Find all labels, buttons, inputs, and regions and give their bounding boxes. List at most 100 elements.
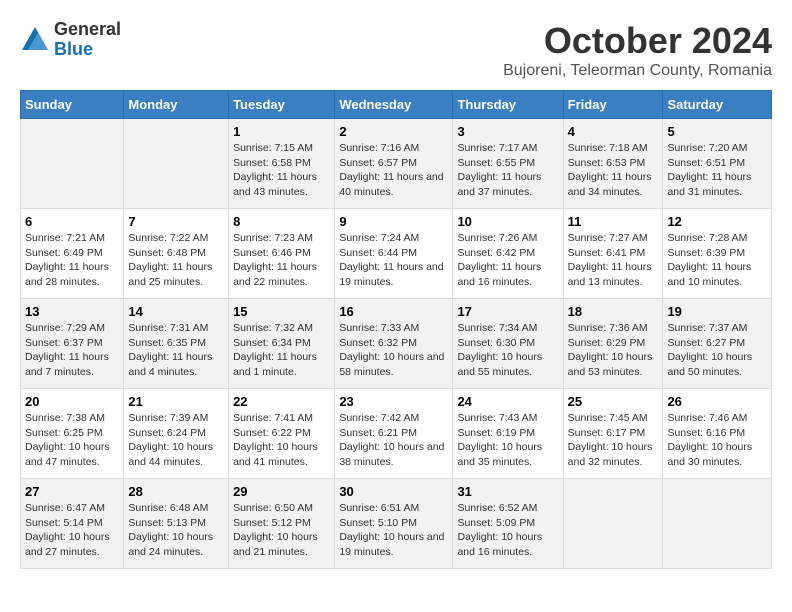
- day-info: Sunrise: 6:50 AMSunset: 5:12 PMDaylight:…: [233, 501, 330, 560]
- calendar-cell: 19 Sunrise: 7:37 AMSunset: 6:27 PMDayligh…: [663, 299, 772, 389]
- calendar-cell: 16Sunrise: 7:33 AMSunset: 6:32 PMDayligh…: [335, 299, 453, 389]
- weekday-header-tuesday: Tuesday: [229, 91, 335, 119]
- day-info: Sunrise: 7:18 AMSunset: 6:53 PMDaylight:…: [568, 141, 659, 200]
- logo-icon: [20, 25, 50, 55]
- weekday-header-saturday: Saturday: [663, 91, 772, 119]
- day-number: 22: [233, 394, 330, 409]
- calendar-cell: 2 Sunrise: 7:16 AMSunset: 6:57 PMDaylight…: [335, 119, 453, 209]
- weekday-header-friday: Friday: [563, 91, 663, 119]
- day-info: Sunrise: 7:28 AMSunset: 6:39 PMDaylight:…: [667, 231, 767, 290]
- day-info: Sunrise: 6:47 AMSunset: 5:14 PMDaylight:…: [25, 501, 119, 560]
- day-info: Sunrise: 7:24 AMSunset: 6:44 PMDaylight:…: [339, 231, 448, 290]
- day-number: 4: [568, 124, 659, 139]
- calendar-cell: 24Sunrise: 7:43 AMSunset: 6:19 PMDayligh…: [453, 389, 563, 479]
- day-number: 30: [339, 484, 448, 499]
- title-area: October 2024 Bujoreni, Teleorman County,…: [503, 20, 772, 80]
- day-number: 18: [568, 304, 659, 319]
- subtitle: Bujoreni, Teleorman County, Romania: [503, 62, 772, 80]
- calendar-cell: 26 Sunrise: 7:46 AMSunset: 6:16 PMDayligh…: [663, 389, 772, 479]
- day-info: Sunrise: 7:31 AMSunset: 6:35 PMDaylight:…: [128, 321, 224, 380]
- day-info: Sunrise: 7:39 AMSunset: 6:24 PMDaylight:…: [128, 411, 224, 470]
- calendar-header: SundayMondayTuesdayWednesdayThursdayFrid…: [21, 91, 772, 119]
- day-number: 10: [457, 214, 558, 229]
- day-number: 29: [233, 484, 330, 499]
- calendar-cell: [124, 119, 229, 209]
- calendar-cell: 15 Sunrise: 7:32 AMSunset: 6:34 PMDayligh…: [229, 299, 335, 389]
- calendar-cell: 10 Sunrise: 7:26 AMSunset: 6:42 PMDayligh…: [453, 209, 563, 299]
- day-info: Sunrise: 7:16 AMSunset: 6:57 PMDaylight:…: [339, 141, 448, 200]
- day-info: Sunrise: 6:48 AMSunset: 5:13 PMDaylight:…: [128, 501, 224, 560]
- day-info: Sunrise: 7:45 AMSunset: 6:17 PMDaylight:…: [568, 411, 659, 470]
- day-info: Sunrise: 7:32 AMSunset: 6:34 PMDaylight:…: [233, 321, 330, 380]
- logo-blue-text: Blue: [54, 40, 121, 60]
- calendar-week-row: 27 Sunrise: 6:47 AMSunset: 5:14 PMDayligh…: [21, 479, 772, 569]
- weekday-header-row: SundayMondayTuesdayWednesdayThursdayFrid…: [21, 91, 772, 119]
- calendar-cell: 1 Sunrise: 7:15 AMSunset: 6:58 PMDaylight…: [229, 119, 335, 209]
- weekday-header-sunday: Sunday: [21, 91, 124, 119]
- calendar-cell: 12 Sunrise: 7:28 AMSunset: 6:39 PMDayligh…: [663, 209, 772, 299]
- day-number: 17: [457, 304, 558, 319]
- calendar-cell: 22 Sunrise: 7:41 AMSunset: 6:22 PMDayligh…: [229, 389, 335, 479]
- day-number: 12: [667, 214, 767, 229]
- calendar-cell: 11Sunrise: 7:27 AMSunset: 6:41 PMDayligh…: [563, 209, 663, 299]
- calendar-table: SundayMondayTuesdayWednesdayThursdayFrid…: [20, 90, 772, 569]
- day-info: Sunrise: 7:27 AMSunset: 6:41 PMDaylight:…: [568, 231, 659, 290]
- calendar-cell: 21 Sunrise: 7:39 AMSunset: 6:24 PMDayligh…: [124, 389, 229, 479]
- calendar-cell: 9Sunrise: 7:24 AMSunset: 6:44 PMDaylight…: [335, 209, 453, 299]
- month-title: October 2024: [503, 20, 772, 62]
- day-number: 13: [25, 304, 119, 319]
- day-number: 5: [667, 124, 767, 139]
- day-number: 20: [25, 394, 119, 409]
- day-info: Sunrise: 7:42 AMSunset: 6:21 PMDaylight:…: [339, 411, 448, 470]
- day-number: 28: [128, 484, 224, 499]
- day-number: 1: [233, 124, 330, 139]
- day-number: 24: [457, 394, 558, 409]
- day-info: Sunrise: 7:36 AMSunset: 6:29 PMDaylight:…: [568, 321, 659, 380]
- calendar-cell: 25 Sunrise: 7:45 AMSunset: 6:17 PMDayligh…: [563, 389, 663, 479]
- calendar-cell: 17 Sunrise: 7:34 AMSunset: 6:30 PMDayligh…: [453, 299, 563, 389]
- day-number: 8: [233, 214, 330, 229]
- day-number: 2: [339, 124, 448, 139]
- day-info: Sunrise: 7:23 AMSunset: 6:46 PMDaylight:…: [233, 231, 330, 290]
- calendar-week-row: 6Sunrise: 7:21 AMSunset: 6:49 PMDaylight…: [21, 209, 772, 299]
- day-number: 19: [667, 304, 767, 319]
- day-info: Sunrise: 7:29 AMSunset: 6:37 PMDaylight:…: [25, 321, 119, 380]
- calendar-cell: 27 Sunrise: 6:47 AMSunset: 5:14 PMDayligh…: [21, 479, 124, 569]
- calendar-cell: 30 Sunrise: 6:51 AMSunset: 5:10 PMDayligh…: [335, 479, 453, 569]
- day-info: Sunrise: 7:38 AMSunset: 6:25 PMDaylight:…: [25, 411, 119, 470]
- calendar-cell: 14Sunrise: 7:31 AMSunset: 6:35 PMDayligh…: [124, 299, 229, 389]
- calendar-cell: 5 Sunrise: 7:20 AMSunset: 6:51 PMDaylight…: [663, 119, 772, 209]
- calendar-cell: 28 Sunrise: 6:48 AMSunset: 5:13 PMDayligh…: [124, 479, 229, 569]
- calendar-cell: 4 Sunrise: 7:18 AMSunset: 6:53 PMDaylight…: [563, 119, 663, 209]
- calendar-week-row: 1 Sunrise: 7:15 AMSunset: 6:58 PMDaylight…: [21, 119, 772, 209]
- calendar-cell: 31Sunrise: 6:52 AMSunset: 5:09 PMDayligh…: [453, 479, 563, 569]
- day-number: 21: [128, 394, 224, 409]
- calendar-week-row: 13 Sunrise: 7:29 AMSunset: 6:37 PMDayligh…: [21, 299, 772, 389]
- day-info: Sunrise: 6:51 AMSunset: 5:10 PMDaylight:…: [339, 501, 448, 560]
- day-info: Sunrise: 7:15 AMSunset: 6:58 PMDaylight:…: [233, 141, 330, 200]
- weekday-header-thursday: Thursday: [453, 91, 563, 119]
- calendar-cell: 7Sunrise: 7:22 AMSunset: 6:48 PMDaylight…: [124, 209, 229, 299]
- day-info: Sunrise: 7:37 AMSunset: 6:27 PMDaylight:…: [667, 321, 767, 380]
- day-info: Sunrise: 7:26 AMSunset: 6:42 PMDaylight:…: [457, 231, 558, 290]
- day-number: 26: [667, 394, 767, 409]
- day-info: Sunrise: 7:20 AMSunset: 6:51 PMDaylight:…: [667, 141, 767, 200]
- calendar-cell: 8 Sunrise: 7:23 AMSunset: 6:46 PMDaylight…: [229, 209, 335, 299]
- page-header: General Blue October 2024 Bujoreni, Tele…: [20, 20, 772, 80]
- day-info: Sunrise: 7:34 AMSunset: 6:30 PMDaylight:…: [457, 321, 558, 380]
- day-number: 15: [233, 304, 330, 319]
- day-info: Sunrise: 7:41 AMSunset: 6:22 PMDaylight:…: [233, 411, 330, 470]
- day-info: Sunrise: 7:17 AMSunset: 6:55 PMDaylight:…: [457, 141, 558, 200]
- weekday-header-wednesday: Wednesday: [335, 91, 453, 119]
- calendar-cell: 23 Sunrise: 7:42 AMSunset: 6:21 PMDayligh…: [335, 389, 453, 479]
- day-number: 3: [457, 124, 558, 139]
- day-number: 27: [25, 484, 119, 499]
- calendar-cell: 13 Sunrise: 7:29 AMSunset: 6:37 PMDayligh…: [21, 299, 124, 389]
- day-number: 23: [339, 394, 448, 409]
- calendar-cell: 18 Sunrise: 7:36 AMSunset: 6:29 PMDayligh…: [563, 299, 663, 389]
- day-number: 31: [457, 484, 558, 499]
- day-info: Sunrise: 7:46 AMSunset: 6:16 PMDaylight:…: [667, 411, 767, 470]
- day-info: Sunrise: 7:33 AMSunset: 6:32 PMDaylight:…: [339, 321, 448, 380]
- calendar-cell: [563, 479, 663, 569]
- day-number: 25: [568, 394, 659, 409]
